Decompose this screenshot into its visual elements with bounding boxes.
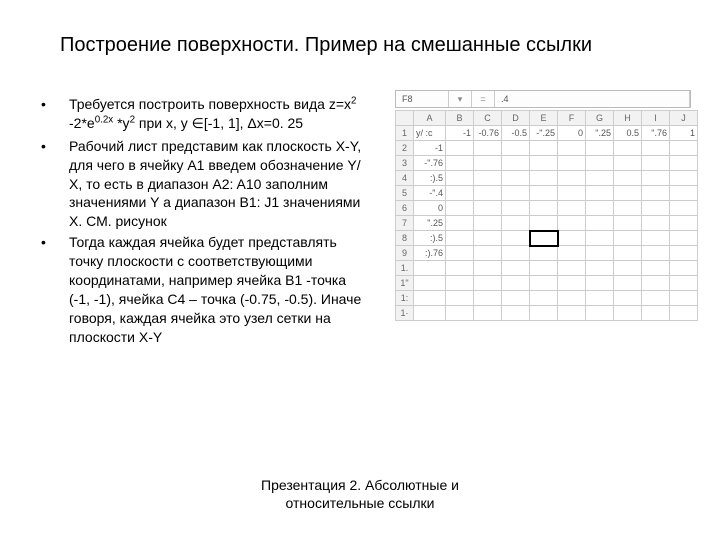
spreadsheet-figure: F8 ▾ = .4 A B C D E F G H bbox=[395, 90, 691, 321]
cell[interactable]: ".76 bbox=[642, 126, 670, 141]
cell[interactable]: -1 bbox=[414, 141, 446, 156]
cell[interactable]: -0.5 bbox=[502, 126, 530, 141]
cell[interactable]: :).5 bbox=[414, 171, 446, 186]
col-J[interactable]: J bbox=[670, 111, 698, 126]
col-H[interactable]: H bbox=[614, 111, 642, 126]
slide-title: Построение поверхности. Пример на смешан… bbox=[60, 34, 680, 57]
bullet-2: Рабочий лист представим как плоскость X-… bbox=[69, 137, 365, 231]
footer-line-2: относительные ссылки bbox=[286, 495, 435, 511]
cell[interactable]: 0.5 bbox=[614, 126, 642, 141]
cell[interactable]: 1 bbox=[670, 126, 698, 141]
cell[interactable] bbox=[414, 261, 446, 276]
fx-icon[interactable]: = bbox=[472, 91, 495, 107]
col-F[interactable]: F bbox=[558, 111, 586, 126]
footer: Презентация 2. Абсолютные и относительны… bbox=[0, 476, 720, 512]
bullet-marker: • bbox=[35, 95, 69, 135]
col-E[interactable]: E bbox=[530, 111, 558, 126]
formula-bar: F8 ▾ = .4 bbox=[395, 90, 691, 108]
cell[interactable]: 0 bbox=[558, 126, 586, 141]
cell[interactable]: -0.76 bbox=[474, 126, 502, 141]
col-C[interactable]: C bbox=[474, 111, 502, 126]
cell[interactable]: -".76 bbox=[414, 156, 446, 171]
dropdown-icon[interactable]: ▾ bbox=[449, 91, 472, 107]
grid[interactable]: A B C D E F G H I J 1 y/ :c -1 -0.76 -0.… bbox=[395, 110, 698, 321]
col-B[interactable]: B bbox=[446, 111, 474, 126]
cell[interactable]: -1 bbox=[446, 126, 474, 141]
cell[interactable]: ".25 bbox=[586, 126, 614, 141]
cell[interactable]: ".25 bbox=[414, 216, 446, 231]
cell[interactable]: :).5 bbox=[414, 231, 446, 246]
cell[interactable]: :).76 bbox=[414, 246, 446, 261]
col-I[interactable]: I bbox=[642, 111, 670, 126]
cell[interactable]: -".4 bbox=[414, 186, 446, 201]
cell[interactable]: y/ :c bbox=[414, 126, 446, 141]
bullet-marker: • bbox=[35, 233, 69, 346]
col-D[interactable]: D bbox=[502, 111, 530, 126]
footer-line-1: Презентация 2. Абсолютные и bbox=[261, 477, 459, 493]
bullet-1: Требуется построить поверхность вида z=x… bbox=[69, 95, 365, 135]
row-1: 1 y/ :c -1 -0.76 -0.5 -".25 0 ".25 0.5 "… bbox=[396, 126, 698, 141]
bullet-marker: • bbox=[35, 137, 69, 231]
name-box[interactable]: F8 bbox=[396, 91, 449, 107]
col-A[interactable]: A bbox=[414, 111, 446, 126]
body-text: • Требуется построить поверхность вида z… bbox=[35, 95, 365, 349]
col-G[interactable]: G bbox=[586, 111, 614, 126]
col-header-row: A B C D E F G H I J bbox=[396, 111, 698, 126]
bullet-3: Тогда каждая ячейка будет представлять т… bbox=[69, 233, 365, 346]
selected-cell[interactable] bbox=[530, 231, 558, 246]
cell[interactable]: 0 bbox=[414, 201, 446, 216]
formula-input[interactable]: .4 bbox=[495, 91, 690, 107]
cell[interactable]: -".25 bbox=[530, 126, 558, 141]
